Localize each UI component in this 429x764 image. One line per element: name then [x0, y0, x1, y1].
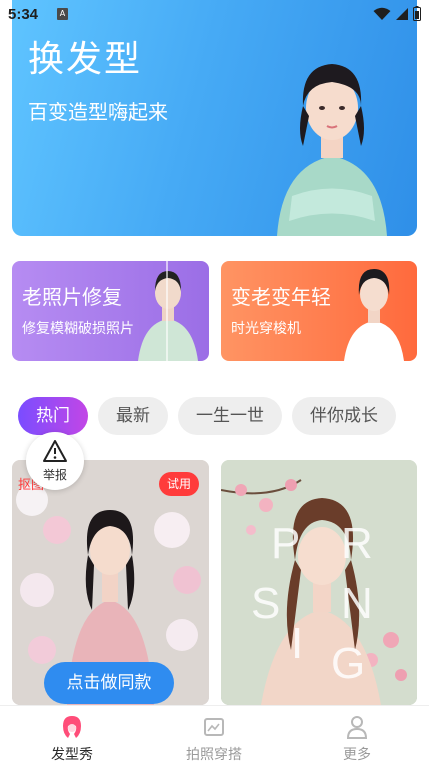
overlay-letter: P [271, 519, 301, 568]
wifi-icon [373, 7, 391, 20]
status-icons [373, 6, 421, 21]
nav-photo-outfit[interactable]: 拍照穿搭 [164, 710, 264, 763]
hero-title: 换发型 [28, 39, 143, 80]
signal-icon [396, 7, 408, 20]
hero-model-image [277, 64, 387, 236]
overlay-letter: I [291, 619, 304, 668]
report-label: 举报 [42, 468, 67, 482]
status-bar: 5:34 A [0, 0, 429, 30]
tab-lifetime[interactable]: 一生一世 [178, 397, 282, 435]
tab-hot[interactable]: 热门 [18, 397, 88, 435]
old-photo-model-image [138, 261, 198, 361]
more-user-icon [346, 716, 368, 739]
category-tabs: 热门 最新 一生一世 伴你成长 [18, 397, 396, 435]
notification-app-icon: A [57, 8, 68, 20]
bottom-nav: 发型秀 拍照穿搭 更多 [0, 705, 429, 764]
overlay-letter: G [331, 639, 366, 688]
make-same-button[interactable]: 点击做同款 [44, 662, 174, 704]
hairstyle-icon [63, 716, 81, 738]
tab-growing-up[interactable]: 伴你成长 [292, 397, 396, 435]
report-button[interactable]: 举报 [26, 432, 84, 490]
app-screen: 5:34 A 换发型 百变造型嗨起来 老照片修复 修复模糊破损照片 变老变年轻 … [0, 0, 429, 764]
tab-latest[interactable]: 最新 [98, 397, 168, 435]
old-photo-repair-card[interactable]: 老照片修复 修复模糊破损照片 [12, 261, 209, 361]
spring-letters: S P R I N G [251, 515, 391, 695]
card-title: 变老变年轻 [231, 285, 331, 309]
card-subtitle: 修复模糊破损照片 [22, 321, 134, 337]
age-model-image [344, 269, 404, 361]
hero-banner[interactable]: 换发型 百变造型嗨起来 [12, 0, 417, 236]
trial-badge: 试用 [158, 472, 199, 496]
warning-icon [43, 440, 67, 462]
nav-label: 更多 [343, 747, 371, 763]
template-card[interactable]: 抠图 试用 点击做同款 [12, 460, 209, 705]
age-transform-card[interactable]: 变老变年轻 时光穿梭机 [221, 261, 417, 361]
template-card[interactable]: S P R I N G [221, 460, 417, 705]
overlay-letter: N [341, 579, 373, 628]
nav-more[interactable]: 更多 [307, 710, 407, 763]
status-time: 5:34 [8, 6, 39, 23]
hero-subtitle: 百变造型嗨起来 [28, 100, 168, 124]
battery-icon [413, 6, 421, 21]
overlay-letter: S [251, 579, 281, 628]
nav-label: 拍照穿搭 [186, 747, 242, 763]
nav-label: 发型秀 [51, 747, 93, 763]
photo-outfit-icon [204, 718, 224, 736]
nav-hairstyle[interactable]: 发型秀 [22, 710, 122, 763]
card-title: 老照片修复 [22, 285, 122, 309]
overlay-letter: R [341, 519, 373, 568]
card-subtitle: 时光穿梭机 [231, 321, 301, 337]
